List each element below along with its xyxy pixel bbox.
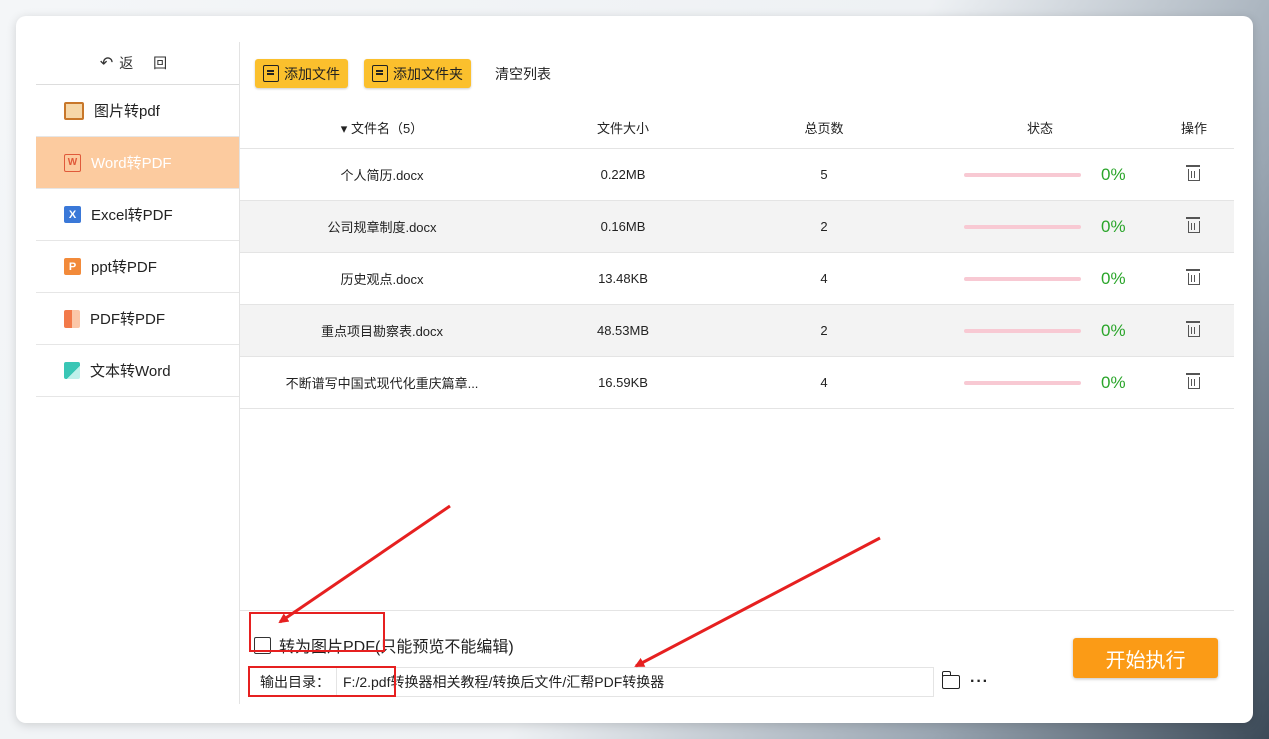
pdf-icon <box>64 309 80 328</box>
add-folder-icon <box>372 65 388 82</box>
trash-icon <box>1186 269 1200 285</box>
add-file-button[interactable]: 添加文件 <box>255 59 348 88</box>
sidebar-item-label: Word转PDF <box>91 155 172 172</box>
file-size: 48.53MB <box>596 323 650 338</box>
sidebar-item-label: ppt转PDF <box>91 259 157 276</box>
trash-icon <box>1186 165 1200 181</box>
progress-bar <box>964 224 1081 229</box>
file-name: 不断谱写中国式现代化重庆篇章... <box>285 376 479 391</box>
delete-button[interactable] <box>1154 165 1234 184</box>
back-button[interactable]: ↶ 返 回 <box>36 42 239 85</box>
sidebar-item-label: 文本转Word <box>90 363 171 380</box>
more-options-button[interactable]: ··· <box>970 673 989 691</box>
main-panel: 添加文件 添加文件夹 清空列表 ▾ 文件名（5） 文件大小 总页数 状态 操作 … <box>240 42 1234 704</box>
table-row[interactable]: 重点项目勘察表.docx 48.53MB 2 0% <box>240 305 1234 357</box>
sidebar: ↶ 返 回 图片转pdf W Word转PDF X Excel转PDF P pp… <box>36 42 240 704</box>
progress-bar <box>964 328 1081 333</box>
delete-button[interactable] <box>1154 217 1234 236</box>
app-window: ↶ 返 回 图片转pdf W Word转PDF X Excel转PDF P pp… <box>16 16 1253 723</box>
file-name: 历史观点.docx <box>340 272 424 287</box>
output-directory-field[interactable]: F:/2.pdf转换器相关教程/转换后文件/汇帮PDF转换器 <box>336 667 934 697</box>
progress-percent: 0% <box>1101 164 1126 184</box>
toolbar: 添加文件 添加文件夹 清空列表 <box>255 59 551 88</box>
file-size: 0.22MB <box>600 167 646 182</box>
sidebar-item-label: PDF转PDF <box>90 311 166 328</box>
sidebar-item-excel-to-pdf[interactable]: X Excel转PDF <box>36 189 239 241</box>
file-table: ▾ 文件名（5） 文件大小 总页数 状态 操作 个人简历.docx 0.22MB… <box>240 106 1234 409</box>
header-size: 文件大小 <box>596 120 649 136</box>
file-status: 0% <box>926 217 1154 237</box>
file-size: 16.59KB <box>598 375 648 390</box>
ppt-icon: P <box>64 258 81 275</box>
progress-percent: 0% <box>1101 372 1126 392</box>
folder-open-icon[interactable] <box>941 671 960 689</box>
file-name: 公司规章制度.docx <box>327 220 437 235</box>
file-name: 重点项目勘察表.docx <box>320 324 444 339</box>
file-status: 0% <box>926 373 1154 393</box>
progress-bar <box>964 380 1081 385</box>
file-pages: 2 <box>820 323 828 338</box>
table-row[interactable]: 公司规章制度.docx 0.16MB 2 0% <box>240 201 1234 253</box>
image-icon <box>64 101 84 120</box>
file-pages: 5 <box>820 167 828 182</box>
file-pages: 4 <box>820 375 828 390</box>
trash-icon <box>1186 373 1200 389</box>
file-size: 13.48KB <box>598 271 648 286</box>
sidebar-item-text-to-word[interactable]: 文本转Word <box>36 345 239 397</box>
add-folder-button[interactable]: 添加文件夹 <box>364 59 471 88</box>
sidebar-item-pdf-to-pdf[interactable]: PDF转PDF <box>36 293 239 345</box>
back-arrow-icon: ↶ <box>99 55 114 72</box>
sidebar-item-image-to-pdf[interactable]: 图片转pdf <box>36 85 239 137</box>
table-row[interactable]: 不断谱写中国式现代化重庆篇章... 16.59KB 4 0% <box>240 357 1234 409</box>
sidebar-item-word-to-pdf[interactable]: W Word转PDF <box>36 137 239 189</box>
table-row[interactable]: 个人简历.docx 0.22MB 5 0% <box>240 149 1234 201</box>
trash-icon <box>1186 217 1200 233</box>
progress-bar <box>964 172 1081 177</box>
excel-icon: X <box>64 206 81 223</box>
progress-percent: 0% <box>1101 320 1126 340</box>
delete-button[interactable] <box>1154 321 1234 340</box>
annotation-box-checkbox <box>249 612 385 652</box>
sidebar-item-ppt-to-pdf[interactable]: P ppt转PDF <box>36 241 239 293</box>
progress-percent: 0% <box>1101 216 1126 236</box>
file-status: 0% <box>926 165 1154 185</box>
add-folder-label: 添加文件夹 <box>393 65 463 82</box>
sort-down-icon: ▾ <box>340 120 348 136</box>
add-file-label: 添加文件 <box>284 65 340 82</box>
add-file-icon <box>263 65 279 82</box>
sidebar-item-label: Excel转PDF <box>91 207 173 224</box>
header-pages: 总页数 <box>804 120 844 136</box>
file-size: 0.16MB <box>600 219 646 234</box>
annotation-box-output <box>248 666 396 697</box>
table-row[interactable]: 历史观点.docx 13.48KB 4 0% <box>240 253 1234 305</box>
trash-icon <box>1186 321 1200 337</box>
header-action: 操作 <box>1180 120 1207 136</box>
start-button[interactable]: 开始执行 <box>1073 638 1218 678</box>
file-name: 个人简历.docx <box>340 168 424 183</box>
file-pages: 2 <box>820 219 828 234</box>
text-icon <box>64 362 80 379</box>
progress-percent: 0% <box>1101 268 1126 288</box>
back-label: 返 回 <box>119 55 176 71</box>
clear-list-button[interactable]: 清空列表 <box>495 64 551 84</box>
file-pages: 4 <box>820 271 828 286</box>
file-status: 0% <box>926 269 1154 289</box>
progress-bar <box>964 276 1081 281</box>
word-icon: W <box>64 153 81 172</box>
delete-button[interactable] <box>1154 269 1234 288</box>
table-header: ▾ 文件名（5） 文件大小 总页数 状态 操作 <box>240 106 1234 149</box>
header-name-label: 文件名（5） <box>350 120 424 136</box>
header-name[interactable]: ▾ 文件名（5） <box>240 118 524 137</box>
sidebar-item-label: 图片转pdf <box>94 103 160 120</box>
file-status: 0% <box>926 321 1154 341</box>
header-status: 状态 <box>1026 120 1053 136</box>
delete-button[interactable] <box>1154 373 1234 392</box>
